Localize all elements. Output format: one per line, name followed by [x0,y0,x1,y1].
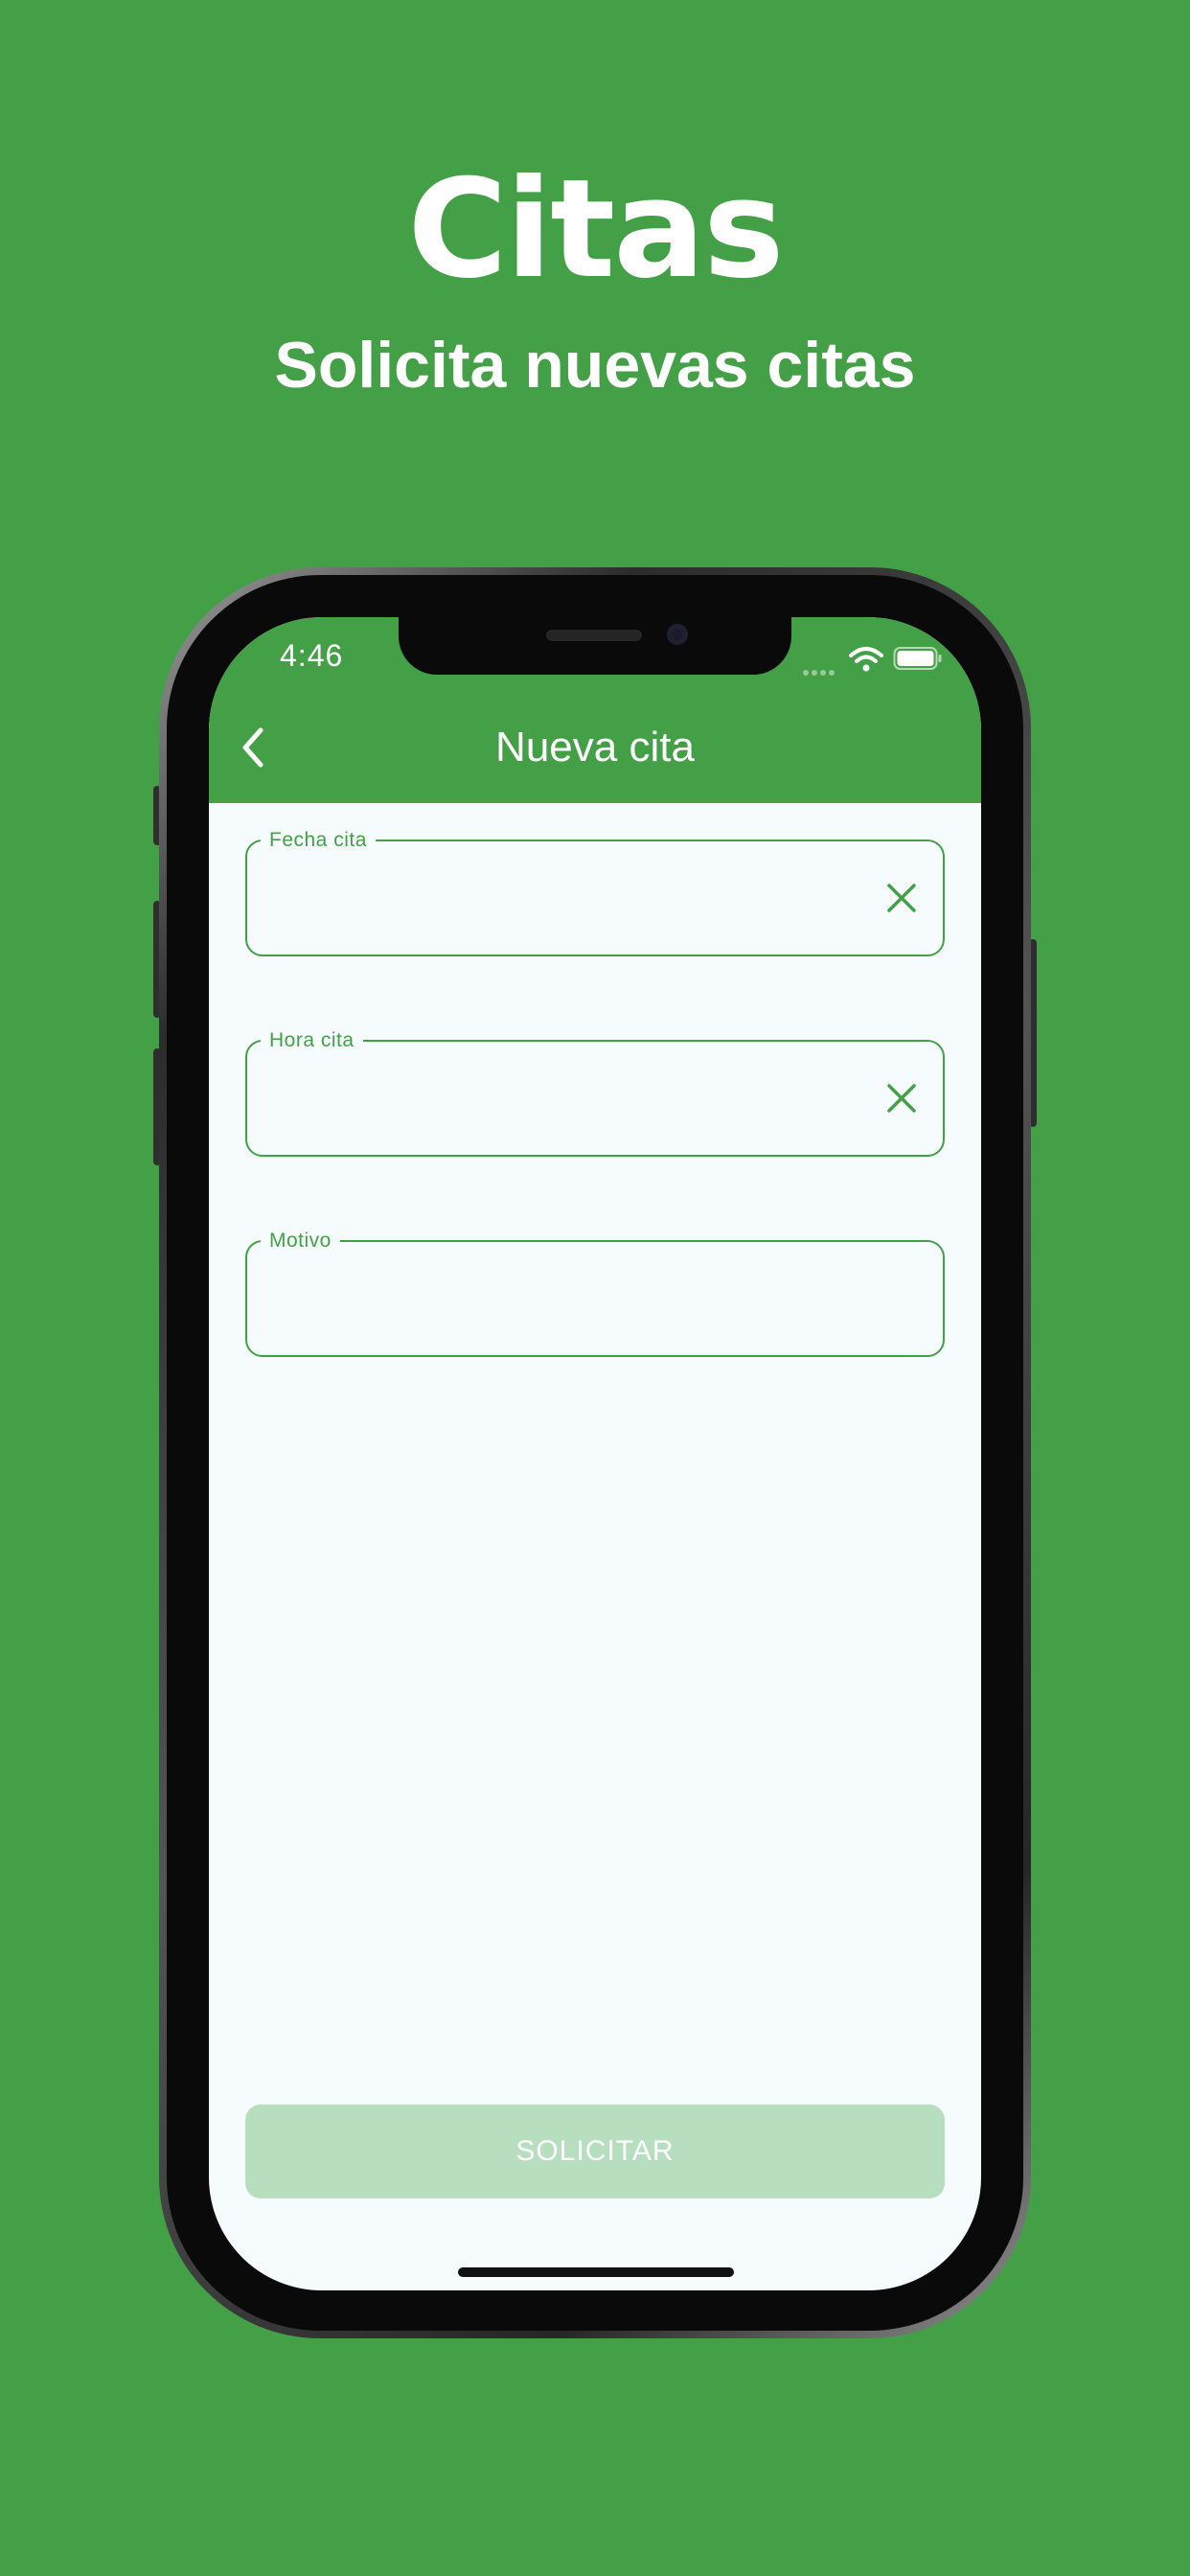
home-indicator[interactable] [458,2267,734,2277]
reason-field[interactable]: Motivo [245,1230,945,1357]
phone-screen: 4:46 Nueva cita Fecha cita Hora cita Mot… [209,617,981,2290]
promo-subtitle: Solicita nuevas citas [274,329,916,402]
time-clear-icon[interactable] [885,1082,918,1115]
app-bar-title: Nueva cita [495,724,695,770]
date-field-label: Fecha cita [261,829,376,852]
time-input[interactable] [268,1070,847,1130]
time-field-label: Hora cita [261,1029,363,1052]
time-field[interactable]: Hora cita [245,1029,945,1157]
date-field[interactable]: Fecha cita [245,829,945,956]
submit-button[interactable]: SOLICITAR [245,2104,945,2198]
reason-input[interactable] [268,1271,847,1330]
promo-title: Citas [407,150,784,309]
battery-icon [893,647,942,670]
date-input[interactable] [268,870,847,930]
reason-field-label: Motivo [261,1230,340,1253]
wifi-icon [849,647,883,672]
date-clear-icon[interactable] [885,882,918,914]
phone-speaker [546,630,642,641]
signal-dots-icon [803,663,841,676]
phone-notch [399,617,791,675]
phone-camera [667,624,688,645]
status-time: 4:46 [280,638,344,673]
